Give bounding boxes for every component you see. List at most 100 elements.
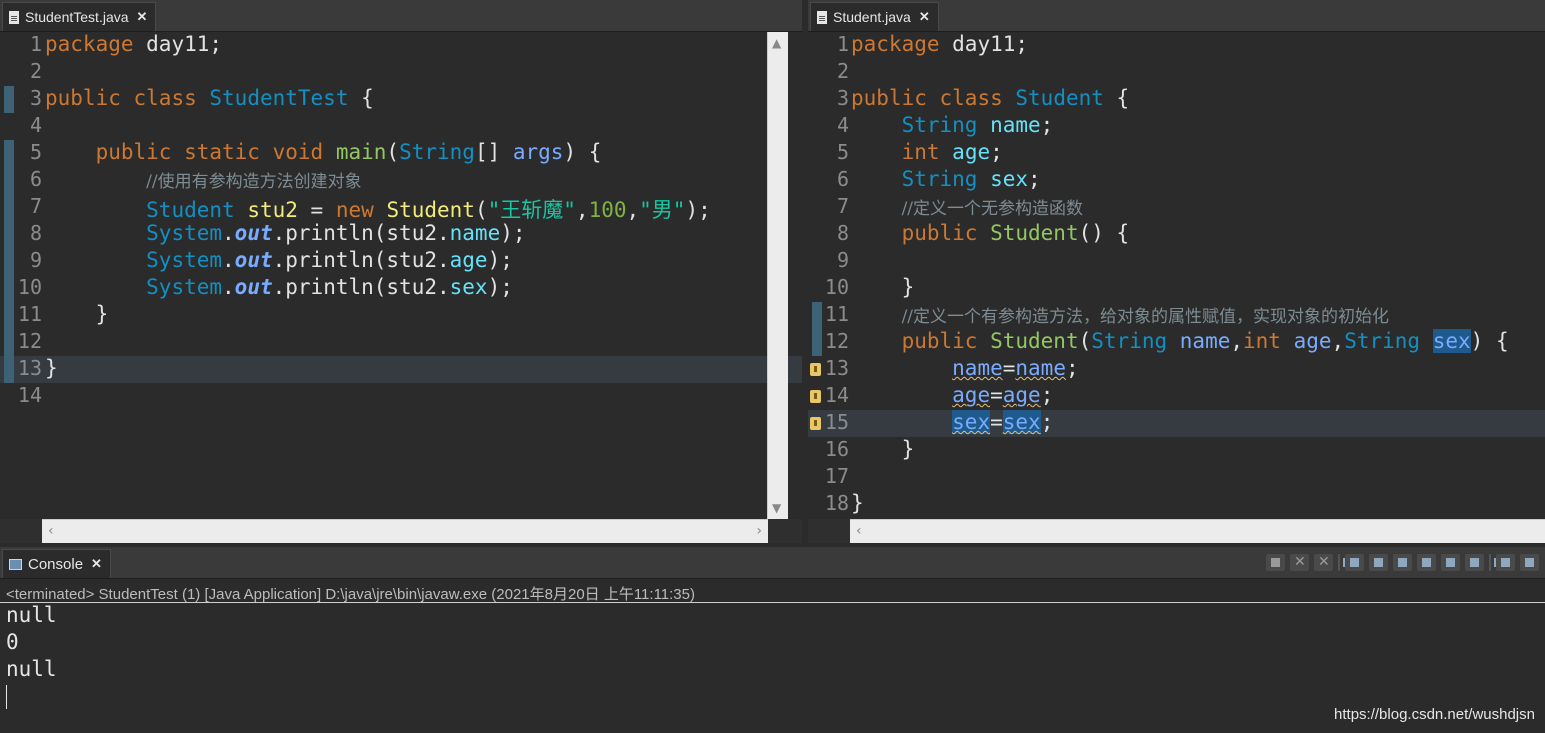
display-selected-console-icon[interactable]	[1496, 554, 1515, 571]
code-token: {	[1103, 86, 1130, 110]
remove-all-terminated-icon[interactable]	[1314, 554, 1333, 571]
tab-console[interactable]: Console ✕	[2, 549, 111, 578]
code-token: public	[901, 329, 978, 353]
code-line[interactable]: 9 System.out.println(stu2.age);	[0, 248, 802, 275]
terminate-icon[interactable]	[1266, 554, 1285, 571]
code-token: "男"	[639, 198, 686, 222]
scroll-up-icon[interactable]: ▲	[772, 36, 781, 50]
code-text: age=age;	[851, 383, 1053, 407]
scroll-down-icon[interactable]: ▼	[772, 501, 781, 515]
code-token: age	[952, 383, 991, 407]
show-on-output-icon[interactable]	[1417, 554, 1436, 571]
left-code-editor[interactable]: 1 package day11; 2 3 public class StudentTes…	[0, 32, 802, 519]
code-line[interactable]: 9	[808, 248, 1545, 275]
code-line[interactable]: 5 public static void main(String[] args)…	[0, 140, 802, 167]
remove-launch-icon[interactable]	[1290, 554, 1309, 571]
code-line[interactable]: 2	[0, 59, 802, 86]
clear-console-icon[interactable]	[1345, 554, 1364, 571]
code-token: =	[990, 383, 1003, 407]
horizontal-scrollbar[interactable]: ‹	[850, 519, 1545, 543]
code-token: public	[45, 86, 121, 110]
tab-label: StudentTest.java	[25, 9, 129, 25]
code-line[interactable]: 2	[808, 59, 1545, 86]
code-line[interactable]: 6 String sex;	[808, 167, 1545, 194]
show-on-error-icon[interactable]	[1441, 554, 1460, 571]
open-console-icon[interactable]	[1520, 554, 1539, 571]
code-token: public	[901, 221, 978, 245]
code-token: String	[1091, 329, 1168, 353]
change-marker	[812, 329, 822, 356]
code-line[interactable]: 12	[0, 329, 802, 356]
warning-icon[interactable]	[810, 417, 821, 430]
console-icon	[9, 558, 22, 570]
code-text: System.out.println(stu2.name);	[45, 221, 525, 245]
code-line[interactable]: 3 public class Student {	[808, 86, 1545, 113]
vertical-scrollbar[interactable]: ▲ ▼	[767, 32, 788, 519]
code-line[interactable]: 17	[808, 464, 1545, 491]
code-token: );	[487, 275, 513, 299]
code-line[interactable]: 8 public Student() {	[808, 221, 1545, 248]
code-token: ,	[1230, 329, 1244, 353]
change-marker	[4, 167, 14, 194]
code-token: Student	[386, 198, 475, 222]
scroll-right-icon[interactable]: ›	[756, 523, 762, 539]
console-toolbar	[1266, 554, 1539, 571]
line-number: 9	[29, 248, 42, 272]
code-line[interactable]: 12 public Student(String name,int age,St…	[808, 329, 1545, 356]
line-number: 4	[29, 113, 42, 137]
code-token: sex	[1432, 329, 1471, 353]
code-line[interactable]: 1 package day11;	[808, 32, 1545, 59]
code-line[interactable]: 18}	[808, 491, 1545, 518]
code-line[interactable]: 8 System.out.println(stu2.name);	[0, 221, 802, 248]
code-line[interactable]: 7 //定义一个无参构造函数	[808, 194, 1545, 221]
code-text: }	[851, 491, 864, 515]
code-line[interactable]: 14	[0, 383, 802, 410]
code-text: }	[45, 356, 58, 380]
code-line[interactable]: 5 int age;	[808, 140, 1545, 167]
warning-icon[interactable]	[810, 390, 821, 403]
scroll-left-icon[interactable]: ‹	[48, 523, 54, 539]
code-line[interactable]: 15 sex=sex;	[808, 410, 1545, 437]
tab-student-java[interactable]: Student.java ✕	[810, 2, 939, 31]
code-token: ;	[1040, 410, 1054, 434]
line-number: 14	[17, 383, 42, 407]
code-token: println(stu2.	[285, 275, 450, 299]
word-wrap-icon[interactable]	[1393, 554, 1412, 571]
console-output-line: null	[6, 657, 57, 681]
code-line[interactable]: 14 age=age;	[808, 383, 1545, 410]
close-icon[interactable]: ✕	[91, 556, 102, 572]
code-token: //定义一个有参构造方法，给对象的属性赋值，实现对象的初始化	[901, 307, 1390, 327]
line-number: 6	[836, 167, 849, 191]
left-editor-tabbar: StudentTest.java ✕	[0, 0, 802, 32]
change-marker	[4, 194, 14, 221]
tab-studenttest-java[interactable]: StudentTest.java ✕	[2, 2, 157, 31]
horizontal-scrollbar[interactable]: ‹ ›	[42, 519, 768, 543]
code-line[interactable]: 4 String name;	[808, 113, 1545, 140]
close-icon[interactable]: ✕	[137, 9, 148, 25]
right-code-editor[interactable]: 1 package day11; 2 3 public class Student {4…	[808, 32, 1545, 519]
code-line[interactable]: 7 Student stu2 = new Student("王斩魔",100,"…	[0, 194, 802, 222]
line-number: 4	[836, 113, 849, 137]
code-line[interactable]: 6 //使用有参构造方法创建对象	[0, 167, 802, 194]
code-line[interactable]: 1 package day11;	[0, 32, 802, 59]
code-line[interactable]: 13 name=name;	[808, 356, 1545, 383]
code-line[interactable]: 4	[0, 113, 802, 140]
pin-console-icon[interactable]	[1465, 554, 1484, 571]
code-line[interactable]: 16 }	[808, 437, 1545, 464]
scroll-lock-icon[interactable]	[1369, 554, 1388, 571]
code-line[interactable]: 11 //定义一个有参构造方法，给对象的属性赋值，实现对象的初始化	[808, 302, 1545, 329]
code-line[interactable]: 10 }	[808, 275, 1545, 302]
close-icon[interactable]: ✕	[919, 9, 930, 25]
scroll-left-icon[interactable]: ‹	[856, 523, 862, 539]
code-token: ,	[626, 198, 640, 222]
code-line[interactable]: 11 }	[0, 302, 802, 329]
line-number: 9	[836, 248, 849, 272]
warning-icon[interactable]	[810, 363, 821, 376]
code-line[interactable]: 10 System.out.println(stu2.sex);	[0, 275, 802, 302]
code-line[interactable]: 13}	[0, 356, 802, 383]
code-line[interactable]: 3 public class StudentTest {	[0, 86, 802, 113]
